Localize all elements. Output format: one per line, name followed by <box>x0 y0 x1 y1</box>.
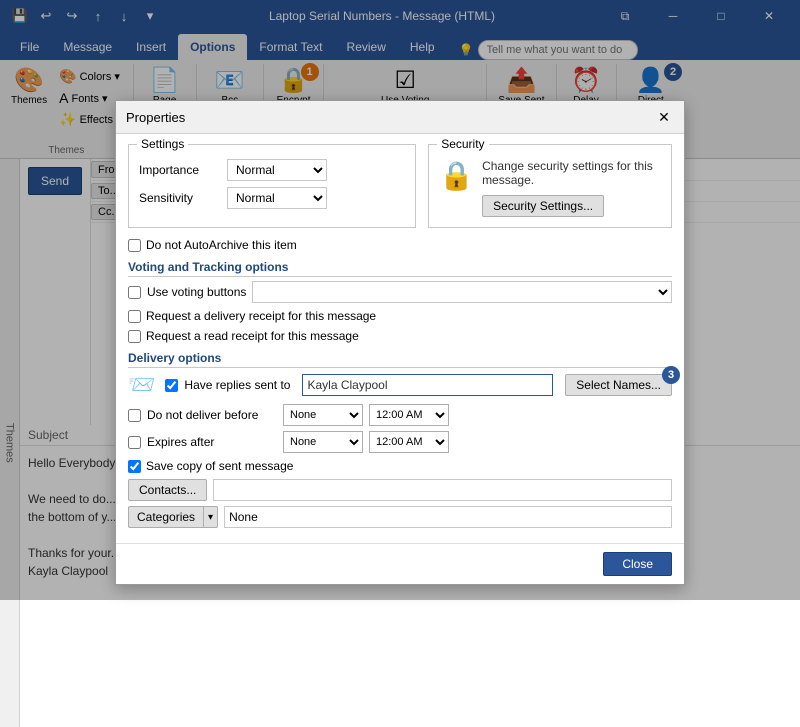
do-not-deliver-checkbox[interactable] <box>128 409 141 422</box>
voting-section-header: Voting and Tracking options <box>128 260 672 277</box>
dialog-close-button[interactable]: ✕ <box>654 107 674 127</box>
settings-security-row: Settings Importance Low Normal High Sens… <box>128 144 672 228</box>
read-receipt-dialog-label: Request a read receipt for this message <box>146 329 359 343</box>
importance-select[interactable]: Low Normal High <box>227 159 327 181</box>
categories-input[interactable] <box>224 506 672 528</box>
dialog-titlebar: Properties ✕ <box>116 101 684 134</box>
sensitivity-label: Sensitivity <box>139 191 219 205</box>
select-names-badge: 3 <box>662 366 680 384</box>
voting-select[interactable] <box>252 281 672 303</box>
select-names-button[interactable]: Select Names... <box>565 374 672 396</box>
select-names-container: Select Names... 3 <box>565 374 672 396</box>
dialog-title: Properties <box>126 110 185 125</box>
expires-row: Expires after None 12:00 AM <box>128 431 672 453</box>
do-not-deliver-time-select[interactable]: 12:00 AM <box>369 404 449 426</box>
replies-to-input[interactable] <box>302 374 553 396</box>
sensitivity-row: Sensitivity Normal Personal Private Conf… <box>139 187 405 209</box>
read-receipt-dialog-check[interactable] <box>128 330 141 343</box>
autoarchive-label: Do not AutoArchive this item <box>146 238 297 252</box>
categories-row: Categories ▾ <box>128 506 672 528</box>
categories-dropdown[interactable]: ▾ <box>203 506 218 528</box>
do-not-deliver-label: Do not deliver before <box>147 408 277 422</box>
voting-checkbox[interactable] <box>128 286 141 299</box>
have-replies-row: 📨 Have replies sent to Select Names... 3 <box>128 372 672 398</box>
voting-use-row: Use voting buttons <box>128 281 672 303</box>
importance-label: Importance <box>139 163 219 177</box>
settings-section-title: Settings <box>137 137 188 151</box>
save-copy-checkbox[interactable] <box>128 460 141 473</box>
properties-dialog: Properties ✕ Settings Importance Low Nor… <box>115 100 685 585</box>
categories-btn-group: Categories ▾ <box>128 506 218 528</box>
autoarchive-checkbox[interactable] <box>128 239 141 252</box>
settings-section: Settings Importance Low Normal High Sens… <box>128 144 416 228</box>
expires-checkbox[interactable] <box>128 436 141 449</box>
security-section: Security 🔒 Change security settings for … <box>428 144 672 228</box>
dialog-body: Settings Importance Low Normal High Sens… <box>116 134 684 543</box>
delivery-receipt-dialog-label: Request a delivery receipt for this mess… <box>146 309 376 323</box>
delivery-receipt-row: Request a delivery receipt for this mess… <box>128 309 672 323</box>
delivery-section-header: Delivery options <box>128 351 672 368</box>
expires-label: Expires after <box>147 435 277 449</box>
have-replies-label: Have replies sent to <box>184 378 290 392</box>
security-change-text: Change security settings for this messag… <box>482 159 661 187</box>
dialog-overlay: Properties ✕ Settings Importance Low Nor… <box>0 0 800 600</box>
close-dialog-button[interactable]: Close <box>603 552 672 576</box>
security-text-area: Change security settings for this messag… <box>482 159 661 217</box>
security-content: 🔒 Change security settings for this mess… <box>439 159 661 217</box>
importance-row: Importance Low Normal High <box>139 159 405 181</box>
save-copy-row: Save copy of sent message <box>128 459 672 473</box>
main-container: Themes Send From ▾ To... Cc... <box>0 159 800 727</box>
voting-label: Use voting buttons <box>147 285 246 299</box>
save-copy-label: Save copy of sent message <box>146 459 293 473</box>
autoarchive-row: Do not AutoArchive this item <box>128 238 672 252</box>
expires-date-select[interactable]: None <box>283 431 363 453</box>
security-section-title: Security <box>437 137 488 151</box>
do-not-deliver-row: Do not deliver before None 12:00 AM <box>128 404 672 426</box>
security-lock-icon: 🔒 <box>439 159 474 192</box>
categories-button[interactable]: Categories <box>128 506 203 528</box>
dialog-bottom-buttons: Close <box>116 543 684 584</box>
delivery-receipt-dialog-check[interactable] <box>128 310 141 323</box>
contacts-row: Contacts... <box>128 479 672 501</box>
expires-time-select[interactable]: 12:00 AM <box>369 431 449 453</box>
contacts-button[interactable]: Contacts... <box>128 479 207 501</box>
sensitivity-select[interactable]: Normal Personal Private Confidential <box>227 187 327 209</box>
do-not-deliver-date-select[interactable]: None <box>283 404 363 426</box>
delivery-icon: 📨 <box>128 372 155 398</box>
read-receipt-row: Request a read receipt for this message <box>128 329 672 343</box>
contacts-input[interactable] <box>213 479 672 501</box>
have-replies-checkbox[interactable] <box>165 379 178 392</box>
security-settings-button[interactable]: Security Settings... <box>482 195 604 217</box>
